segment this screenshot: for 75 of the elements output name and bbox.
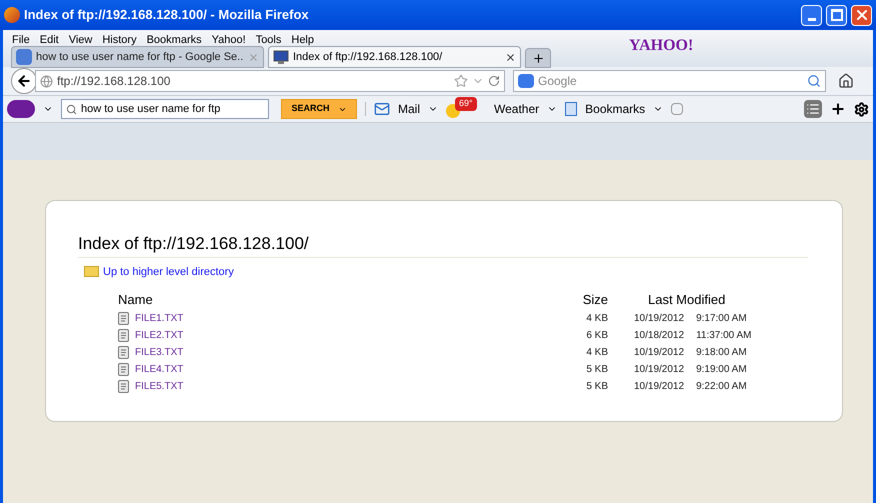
maximize-button[interactable] — [826, 4, 847, 26]
file-link[interactable]: FILE2.TXT — [135, 328, 184, 342]
add-icon[interactable] — [830, 101, 846, 117]
weather-link[interactable]: Weather — [494, 100, 540, 118]
page-heading: Index of ftp://192.168.128.100/ — [78, 231, 808, 258]
address-text: ftp://192.168.128.100 — [57, 73, 172, 90]
parent-directory-link[interactable]: Up to higher level directory — [103, 264, 234, 280]
mail-icon[interactable] — [374, 101, 390, 117]
table-cell-text: 4 KB — [585, 312, 608, 326]
globe-icon — [40, 74, 53, 88]
tab-label: how to use user name for ftp - Google Se... — [36, 50, 244, 65]
close-button[interactable] — [851, 4, 872, 26]
file-link[interactable]: FILE5.TXT — [135, 378, 184, 394]
column-header: Size — [582, 291, 608, 309]
reload-icon[interactable] — [488, 75, 500, 87]
search-button[interactable]: SEARCH — [281, 99, 357, 119]
table-cell-text: 6 KB — [585, 328, 608, 342]
search-icon[interactable] — [807, 74, 821, 88]
bookmarks-link[interactable]: Bookmarks — [585, 100, 646, 118]
table-cell-text: 5 KB — [585, 380, 608, 394]
menu-item[interactable]: View — [64, 32, 98, 48]
firefox-logo-icon — [4, 7, 20, 23]
tab-label: Index of ftp://192.168.128.100/ — [293, 50, 444, 65]
text-file-icon — [118, 380, 129, 392]
list-icon[interactable] — [804, 100, 822, 118]
menu-item[interactable]: Edit — [34, 32, 64, 48]
yahoo-search-field[interactable]: how to use user name for ftp — [61, 99, 269, 119]
bookmark-star-icon[interactable] — [454, 74, 468, 88]
column-header: Name — [118, 291, 154, 309]
menu-item[interactable]: History — [97, 32, 142, 48]
settings-icon[interactable] — [854, 102, 869, 116]
menu-item[interactable]: Bookmarks — [142, 32, 207, 48]
table-cell-text: 10/18/2012 — [633, 328, 684, 342]
text-file-icon — [118, 346, 129, 358]
minimize-button[interactable] — [801, 4, 822, 26]
close-tab-icon[interactable] — [505, 52, 516, 62]
menu-item[interactable]: Help — [286, 32, 319, 48]
search-icon — [66, 104, 77, 114]
file-link[interactable]: FILE3.TXT — [135, 344, 184, 360]
text-file-icon — [118, 362, 129, 376]
table-cell-text: 5 KB — [585, 362, 608, 376]
new-tab-button[interactable] — [525, 48, 551, 68]
window-title: Index of ftp://192.168.128.100/ - Mozilla Firefox — [24, 6, 310, 24]
browser-tab[interactable]: Index of ftp://192.168.128.100/ — [268, 46, 521, 68]
browser-tab[interactable]: how to use user name for ftp - Google Se... — [11, 46, 264, 68]
search-input[interactable]: how to use user name for ftp — [81, 100, 264, 118]
table-cell-text: 10/19/2012 — [633, 346, 684, 360]
plus-icon — [532, 52, 544, 64]
yahoo-logo: YAHOO! — [629, 36, 694, 56]
menu-item[interactable]: Yahoo! — [206, 32, 251, 48]
table-cell: 9:19:00 AM — [684, 360, 752, 378]
mail-link[interactable]: Mail — [398, 100, 420, 118]
home-icon[interactable] — [838, 73, 854, 89]
table-cell: 9:17:00 AM — [684, 310, 752, 326]
menu-item[interactable]: Tools — [250, 32, 286, 48]
table-cell-text: 10/19/2012 — [633, 312, 684, 326]
separator-icon — [365, 102, 366, 116]
table-cell: 9:22:00 AM — [684, 378, 752, 394]
search-input[interactable]: Google — [538, 72, 803, 90]
search-bar[interactable]: Google — [513, 70, 826, 92]
table-cell: 11:37:00 AM — [684, 326, 752, 344]
temperature-badge: 69° — [455, 97, 477, 110]
text-file-icon — [118, 312, 129, 324]
menu-item[interactable]: File — [7, 32, 35, 48]
table-cell-text: 4 KB — [585, 346, 608, 360]
table-cell-text: 10/19/2012 — [633, 362, 684, 376]
file-link[interactable]: FILE4.TXT — [135, 362, 184, 376]
back-button[interactable] — [11, 68, 37, 94]
table-cell-text: 10/19/2012 — [633, 380, 684, 394]
table-cell: 9:18:00 AM — [684, 344, 752, 360]
address-bar[interactable]: ftp://192.168.128.100 — [35, 70, 505, 92]
file-link[interactable]: FILE1.TXT — [135, 310, 184, 326]
monitor-icon — [273, 50, 289, 64]
text-file-icon — [118, 328, 129, 342]
column-header: Last Modified — [647, 291, 726, 309]
